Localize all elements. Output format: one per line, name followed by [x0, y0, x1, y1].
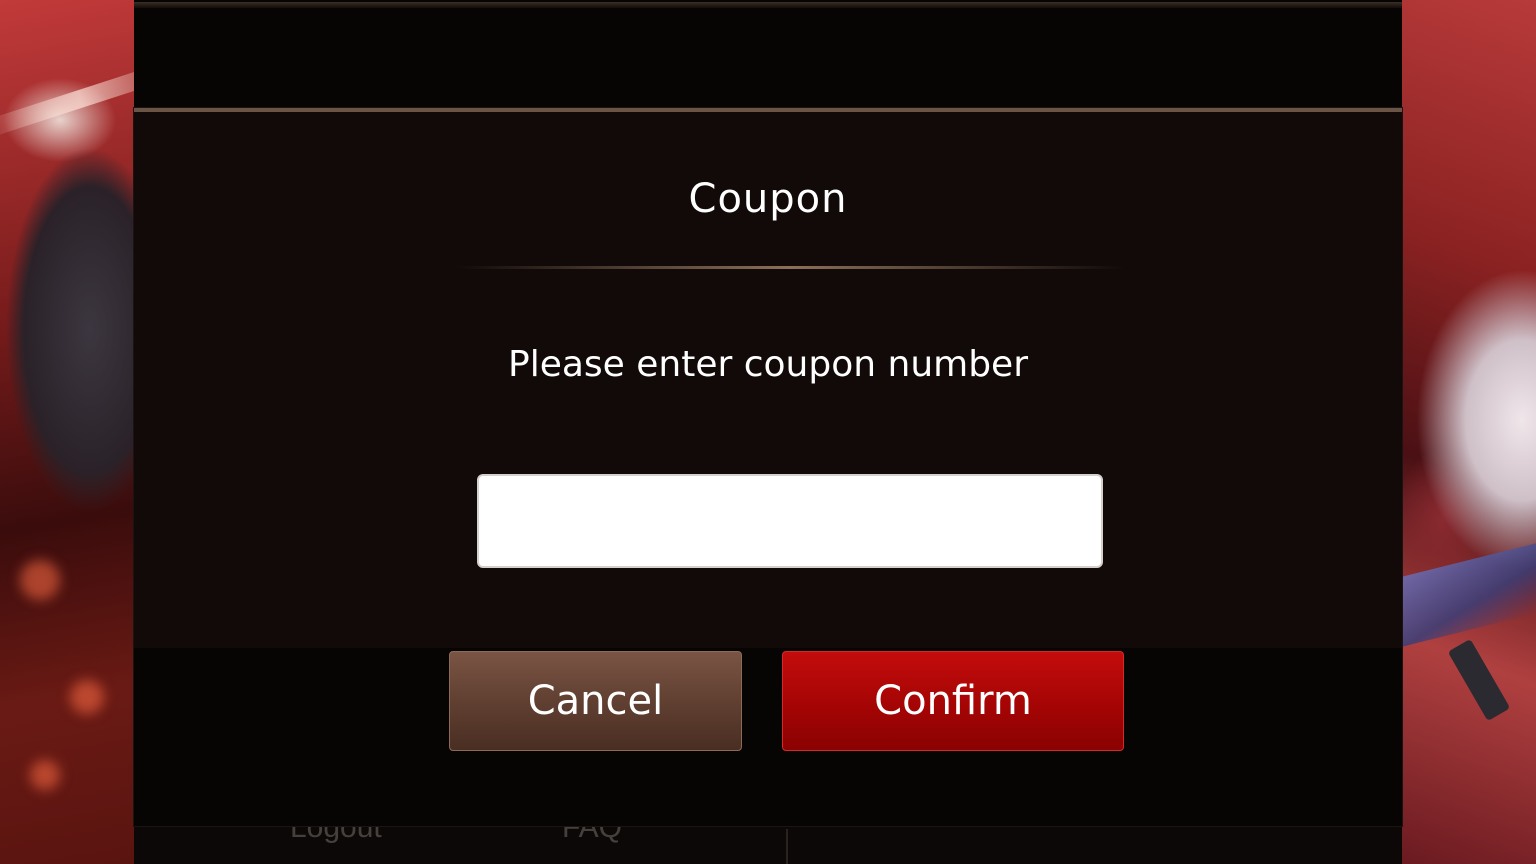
bottom-menu: Logout FAQ [134, 811, 1402, 864]
coupon-number-input[interactable] [477, 474, 1103, 568]
dialog-button-bar: Cancel Confirm [134, 648, 1402, 826]
top-border [134, 2, 1402, 8]
confirm-button[interactable]: Confirm [782, 651, 1124, 751]
title-divider [456, 266, 1124, 269]
cancel-button[interactable]: Cancel [449, 651, 742, 751]
dialog-message: Please enter coupon number [507, 344, 1028, 385]
coupon-dialog: Coupon Please enter coupon number Cancel… [134, 108, 1402, 826]
dialog-title: Coupon [688, 176, 848, 222]
menu-divider [786, 829, 788, 864]
background-artwork-right [1402, 0, 1536, 864]
game-screen: Logout FAQ Coupon Please enter coupon nu… [0, 0, 1536, 864]
background-artwork-left [0, 0, 178, 864]
